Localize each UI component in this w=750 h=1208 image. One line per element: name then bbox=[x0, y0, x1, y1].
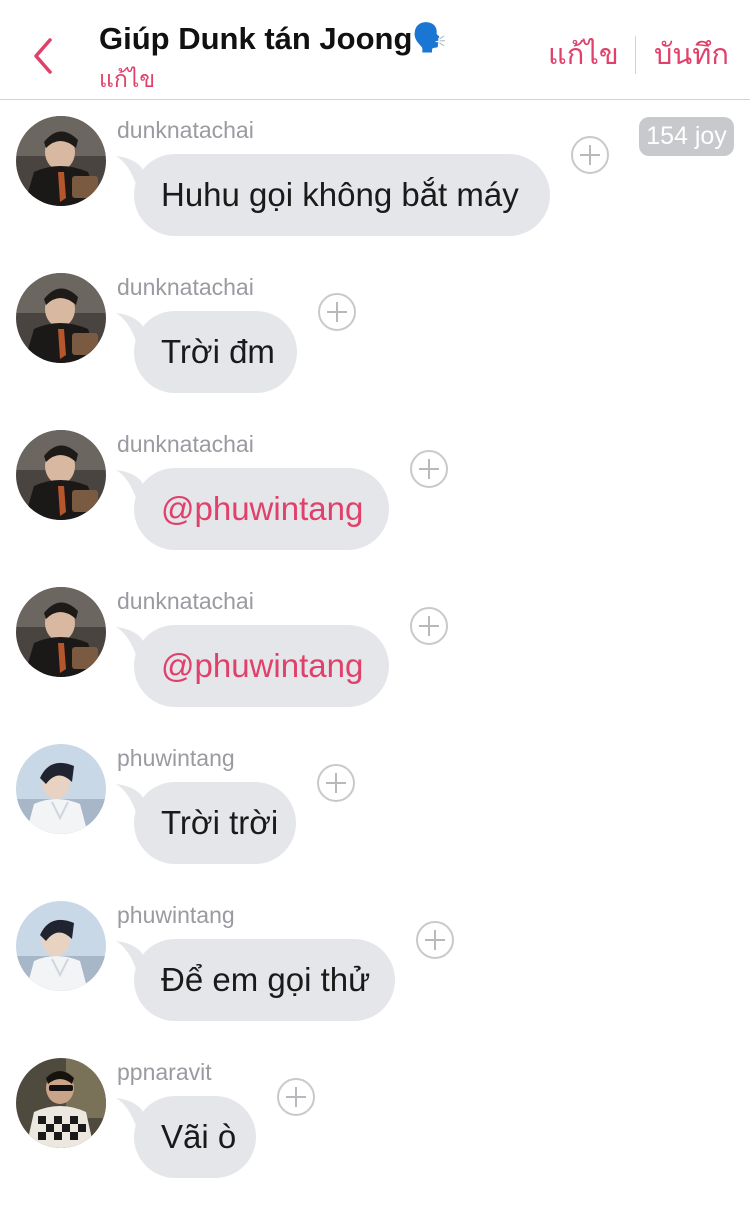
chat-header: Giúp Dunk tán Joong🗣️ แก้ไข แก้ไข บันทึก bbox=[0, 0, 750, 100]
add-reaction-plus-icon[interactable] bbox=[318, 293, 356, 331]
avatar[interactable] bbox=[16, 273, 106, 363]
message-bubble[interactable]: Để em gọi thử bbox=[134, 939, 395, 1021]
chat-subtitle[interactable]: แก้ไข bbox=[99, 66, 155, 94]
message-bubble[interactable]: Vãi ò bbox=[134, 1096, 256, 1178]
avatar[interactable] bbox=[16, 430, 106, 520]
chat-title-text: Giúp Dunk tán Joong bbox=[99, 21, 413, 56]
message-username: phuwintang bbox=[117, 902, 235, 928]
message-bubble[interactable]: @phuwintang bbox=[134, 625, 389, 707]
avatar[interactable] bbox=[16, 587, 106, 677]
add-reaction-plus-icon[interactable] bbox=[410, 450, 448, 488]
message-row: ppnaravit Vãi ò bbox=[0, 1058, 750, 1208]
add-reaction-plus-icon[interactable] bbox=[410, 607, 448, 645]
message-row: phuwintang Để em gọi thử bbox=[0, 901, 750, 1051]
message-row: dunknatachai Huhu gọi không bắt máy bbox=[0, 116, 750, 266]
add-reaction-plus-icon[interactable] bbox=[571, 136, 609, 174]
speaking-head-icon: 🗣️ bbox=[412, 22, 448, 53]
chat-title: Giúp Dunk tán Joong🗣️ bbox=[99, 18, 447, 59]
add-reaction-plus-icon[interactable] bbox=[277, 1078, 315, 1116]
avatar[interactable] bbox=[16, 901, 106, 991]
message-bubble[interactable]: @phuwintang bbox=[134, 468, 389, 550]
avatar[interactable] bbox=[16, 116, 106, 206]
add-reaction-plus-icon[interactable] bbox=[317, 764, 355, 802]
message-row: dunknatachai @phuwintang bbox=[0, 587, 750, 737]
message-bubble[interactable]: Trời đm bbox=[134, 311, 297, 393]
message-row: dunknatachai @phuwintang bbox=[0, 430, 750, 580]
save-button[interactable]: บันทึก bbox=[654, 34, 729, 74]
avatar[interactable] bbox=[16, 1058, 106, 1148]
message-username: dunknatachai bbox=[117, 431, 254, 457]
message-bubble[interactable]: Trời trời bbox=[134, 782, 296, 864]
avatar[interactable] bbox=[16, 744, 106, 834]
message-username: phuwintang bbox=[117, 745, 235, 771]
header-divider bbox=[635, 36, 636, 74]
message-username: dunknatachai bbox=[117, 117, 254, 143]
message-row: dunknatachai Trời đm bbox=[0, 273, 750, 423]
message-row: phuwintang Trời trời bbox=[0, 744, 750, 894]
edit-button[interactable]: แก้ไข bbox=[548, 34, 619, 74]
add-reaction-plus-icon[interactable] bbox=[416, 921, 454, 959]
message-username: dunknatachai bbox=[117, 588, 254, 614]
message-username: dunknatachai bbox=[117, 274, 254, 300]
message-bubble[interactable]: Huhu gọi không bắt máy bbox=[134, 154, 550, 236]
back-chevron-icon[interactable] bbox=[26, 36, 62, 76]
message-username: ppnaravit bbox=[117, 1059, 212, 1085]
